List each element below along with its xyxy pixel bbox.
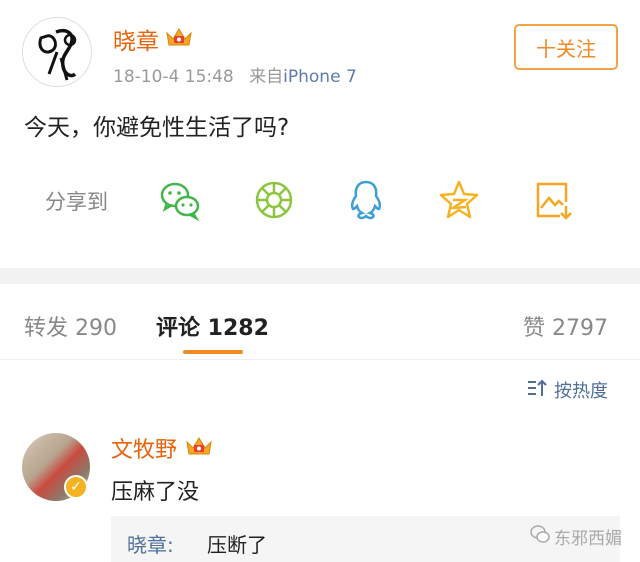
section-divider: [0, 268, 640, 284]
watermark-text: 东邪西媚: [554, 529, 622, 549]
save-image-icon[interactable]: [530, 178, 574, 222]
wechat-watermark-icon: [530, 525, 550, 548]
user-avatar[interactable]: [22, 17, 92, 87]
sort-icon: [526, 378, 548, 403]
follow-button[interactable]: 十关注: [514, 24, 618, 70]
post-username[interactable]: 晓章: [113, 22, 159, 56]
post-text: 今天，你避免性生活了吗?: [24, 115, 290, 141]
reply-text: 压断了: [207, 533, 267, 557]
commenter-username[interactable]: 文牧野: [111, 432, 177, 464]
sort-label: 按热度: [554, 381, 608, 402]
share-label: 分享到: [45, 190, 108, 214]
tab-like[interactable]: 赞 2797: [523, 310, 608, 342]
post-date: 18-10-4 15:48: [113, 67, 234, 87]
follow-button-label: 十关注: [536, 36, 596, 61]
qq-icon[interactable]: [344, 178, 388, 222]
watermark: 东邪西媚: [530, 524, 622, 549]
wechat-icon[interactable]: [158, 178, 202, 222]
weibo-post: 晓章 18-10-4 15:48 来自iPhone 7 十关注 今天，你避免性生…: [0, 0, 640, 268]
vip-crown-icon: [165, 25, 193, 53]
comment-text: 压麻了没: [111, 480, 200, 505]
tab-repost[interactable]: 转发 290: [24, 310, 117, 342]
verified-badge-icon: ✓: [64, 475, 88, 499]
tab-comment[interactable]: 评论 1282: [156, 310, 269, 342]
post-source-device[interactable]: iPhone 7: [283, 67, 357, 87]
post-from-label: 来自: [249, 67, 284, 87]
post-meta: 18-10-4 15:48 来自iPhone 7: [113, 62, 357, 87]
interaction-tabs: 转发 290 评论 1282 赞 2797: [0, 284, 640, 360]
moments-icon[interactable]: [252, 178, 296, 222]
vip-crown-icon: [185, 434, 213, 462]
share-row: 分享到: [0, 172, 640, 228]
reply-username[interactable]: 晓章:: [127, 529, 174, 558]
qzone-icon[interactable]: [437, 178, 481, 222]
active-tab-indicator: [183, 350, 243, 354]
sort-by-hot-button[interactable]: 按热度: [526, 377, 608, 403]
